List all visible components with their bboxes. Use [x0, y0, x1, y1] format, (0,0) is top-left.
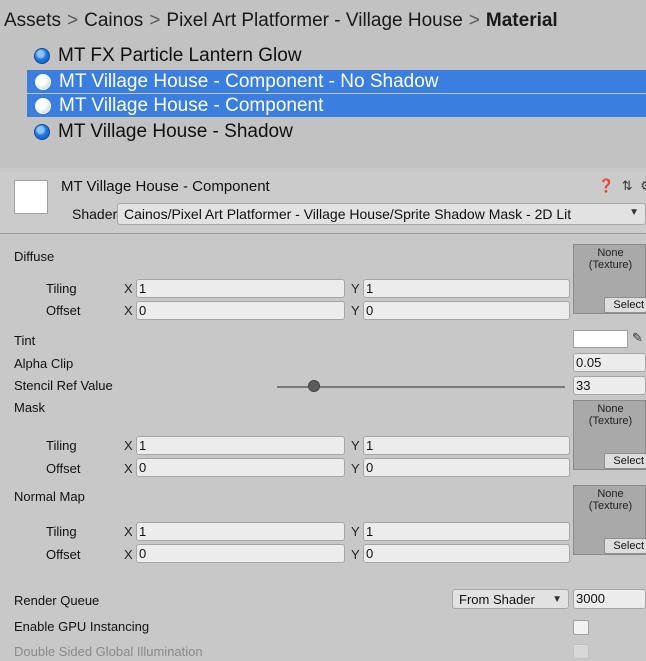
asset-name: MT Village House - Component	[59, 94, 324, 116]
asset-name: MT Village House - Shadow	[58, 120, 293, 142]
gpu-instancing-checkbox[interactable]	[573, 620, 589, 635]
inspector-header: MT Village House - Component ❓ ⇅ ⚙ Shade…	[0, 172, 646, 234]
breadcrumb-item-material[interactable]: Material	[486, 10, 558, 31]
shader-dropdown[interactable]: Cainos/Pixel Art Platformer - Village Ho…	[117, 203, 646, 225]
diffuse-tiling-x-field[interactable]: 1	[136, 279, 345, 298]
stencil-ref-field[interactable]: 33	[573, 376, 646, 395]
tint-label: Tint	[14, 333, 36, 348]
axis-x-label: X	[124, 461, 133, 476]
select-texture-button[interactable]: Select	[604, 297, 646, 313]
mask-label: Mask	[14, 400, 46, 415]
asset-row[interactable]: MT Village House - Shadow	[26, 120, 646, 143]
asset-name: MT FX Particle Lantern Glow	[58, 44, 302, 66]
breadcrumb-item-assets[interactable]: Assets	[4, 10, 61, 31]
mask-texture-slot[interactable]: None (Texture) Select	[573, 400, 646, 470]
axis-x-label: X	[124, 281, 133, 296]
asset-row[interactable]: MT FX Particle Lantern Glow	[26, 44, 646, 67]
stencil-slider-handle[interactable]	[308, 380, 321, 392]
project-browser: Assets > Cainos > Pixel Art Platformer - Vil…	[0, 0, 646, 168]
double-sided-gi-checkbox	[573, 644, 589, 659]
chevron-down-icon: ▼	[552, 594, 562, 605]
texture-none-text: None (Texture)	[588, 403, 633, 427]
offset-label: Offset	[46, 303, 81, 318]
tiling-label: Tiling	[46, 438, 77, 453]
stencil-ref-label: Stencil Ref Value	[14, 378, 113, 393]
render-queue-mode: From Shader	[459, 592, 535, 607]
select-texture-button[interactable]: Select	[604, 453, 646, 469]
header-icons[interactable]: ❓ ⇅ ⚙	[598, 178, 646, 194]
axis-y-label: Y	[351, 524, 360, 539]
tiling-label: Tiling	[46, 281, 77, 296]
diffuse-tiling-y-field[interactable]: 1	[363, 279, 570, 298]
material-preview-thumbnail	[14, 180, 48, 214]
normal-map-label: Normal Map	[14, 489, 85, 504]
breadcrumb-separator: >	[468, 10, 480, 31]
material-sphere-icon	[35, 97, 51, 114]
breadcrumb: Assets > Cainos > Pixel Art Platformer - Vil…	[4, 10, 558, 32]
material-sphere-icon	[34, 47, 50, 64]
mask-tiling-x-field[interactable]: 1	[136, 436, 345, 455]
gpu-instancing-label: Enable GPU Instancing	[14, 619, 150, 634]
tiling-label: Tiling	[46, 524, 77, 539]
shader-value: Cainos/Pixel Art Platformer - Village Ho…	[124, 206, 572, 222]
axis-y-label: Y	[351, 438, 360, 453]
mask-offset-x-field[interactable]: 0	[136, 458, 345, 477]
select-texture-button[interactable]: Select	[604, 538, 646, 554]
offset-label: Offset	[46, 461, 81, 476]
stencil-slider-track[interactable]	[277, 386, 565, 388]
mask-tiling-y-field[interactable]: 1	[363, 436, 570, 455]
material-sphere-icon	[34, 123, 50, 140]
diffuse-offset-x-field[interactable]: 0	[136, 301, 345, 320]
render-queue-field[interactable]: 3000	[573, 589, 646, 609]
mask-offset-y-field[interactable]: 0	[363, 458, 570, 477]
asset-row-selected[interactable]: MT Village House - Component - No Shadow	[27, 70, 646, 93]
material-inspector: MT Village House - Component ❓ ⇅ ⚙ Shade…	[0, 172, 646, 661]
diffuse-label: Diffuse	[14, 249, 55, 264]
breadcrumb-separator: >	[149, 10, 161, 31]
offset-label: Offset	[46, 547, 81, 562]
normal-offset-x-field[interactable]: 0	[136, 544, 345, 563]
render-queue-dropdown[interactable]: From Shader ▼	[452, 589, 569, 609]
chevron-down-icon: ▼	[629, 207, 639, 218]
double-sided-gi-label: Double Sided Global Illumination	[14, 644, 203, 659]
axis-y-label: Y	[351, 547, 360, 562]
texture-none-text: None (Texture)	[588, 488, 633, 512]
breadcrumb-item-village-house[interactable]: Pixel Art Platformer - Village House	[166, 10, 462, 31]
normal-map-texture-slot[interactable]: None (Texture) Select	[573, 485, 646, 555]
axis-x-label: X	[124, 303, 133, 318]
axis-x-label: X	[124, 524, 133, 539]
axis-y-label: Y	[351, 303, 360, 318]
normal-offset-y-field[interactable]: 0	[363, 544, 570, 563]
normal-tiling-y-field[interactable]: 1	[363, 522, 570, 541]
tint-color-field[interactable]	[573, 330, 628, 348]
axis-x-label: X	[124, 438, 133, 453]
render-queue-label: Render Queue	[14, 593, 100, 608]
asset-name: MT Village House - Component - No Shadow	[59, 70, 439, 92]
axis-y-label: Y	[351, 281, 360, 296]
diffuse-texture-slot[interactable]: None (Texture) Select	[573, 244, 646, 314]
material-title: MT Village House - Component	[61, 178, 270, 195]
normal-tiling-x-field[interactable]: 1	[136, 522, 345, 541]
alpha-clip-field[interactable]: 0.05	[573, 353, 646, 372]
breadcrumb-separator: >	[67, 10, 79, 31]
axis-y-label: Y	[351, 461, 360, 476]
eyedropper-icon[interactable]: ✎	[632, 330, 643, 346]
breadcrumb-item-cainos[interactable]: Cainos	[84, 10, 143, 31]
asset-row-selected[interactable]: MT Village House - Component	[27, 94, 646, 117]
material-sphere-icon	[35, 73, 51, 90]
texture-none-text: None (Texture)	[588, 247, 633, 271]
axis-x-label: X	[124, 547, 133, 562]
diffuse-offset-y-field[interactable]: 0	[363, 301, 570, 320]
alpha-clip-label: Alpha Clip	[14, 356, 74, 371]
shader-label: Shader	[72, 206, 118, 222]
